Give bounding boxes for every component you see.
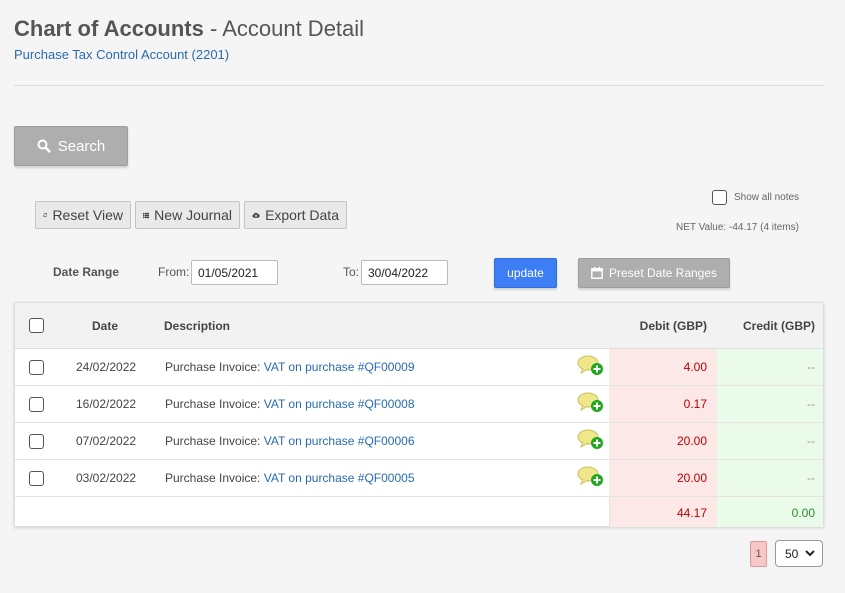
header-description: Description xyxy=(164,319,231,333)
header-credit: Credit (GBP) xyxy=(743,319,815,333)
row-checkbox[interactable] xyxy=(29,360,44,375)
select-all-checkbox[interactable] xyxy=(29,318,44,333)
total-debit: 44.17 xyxy=(676,506,707,520)
update-button[interactable]: update xyxy=(494,258,557,288)
from-date-input[interactable] xyxy=(191,260,278,285)
page-size-value: 50 xyxy=(785,546,799,561)
invoice-link[interactable]: VAT on purchase #QF00008 xyxy=(264,397,415,411)
row-description: Purchase Invoice: VAT on purchase #QF000… xyxy=(165,360,415,374)
invoice-link[interactable]: VAT on purchase #QF00006 xyxy=(264,434,415,448)
account-link[interactable]: Purchase Tax Control Account (2201) xyxy=(14,47,229,62)
new-journal-button[interactable]: New Journal xyxy=(135,201,240,229)
preset-date-ranges-button[interactable]: Preset Date Ranges xyxy=(578,258,730,288)
row-date: 03/02/2022 xyxy=(76,471,137,485)
to-date-input[interactable] xyxy=(361,260,448,285)
page-title-sub: Account Detail xyxy=(222,16,365,41)
row-description: Purchase Invoice: VAT on purchase #QF000… xyxy=(165,434,415,448)
search-button[interactable]: Search xyxy=(14,126,128,166)
row-credit: -- xyxy=(807,397,815,411)
from-label: From: xyxy=(158,265,190,279)
row-date: 07/02/2022 xyxy=(76,434,137,448)
pagination-current-page[interactable]: 1 xyxy=(750,541,767,567)
table-header: Date Description Debit (GBP) Credit (GBP… xyxy=(15,303,823,349)
add-note-icon[interactable] xyxy=(577,354,605,378)
show-all-notes-label: Show all notes xyxy=(734,192,800,203)
date-range-label: Date Range xyxy=(53,265,120,279)
header-debit: Debit (GBP) xyxy=(639,319,707,333)
row-credit: -- xyxy=(807,434,815,448)
row-credit: -- xyxy=(807,471,815,485)
page-size-select[interactable]: 50 xyxy=(775,540,823,567)
reset-view-label: Reset View xyxy=(52,207,123,223)
page-title-separator: - xyxy=(203,16,223,41)
refresh-icon xyxy=(43,213,48,217)
row-checkbox[interactable] xyxy=(29,434,44,449)
row-debit: 20.00 xyxy=(676,434,707,448)
export-data-label: Export Data xyxy=(265,207,339,223)
row-debit: 4.00 xyxy=(683,360,707,374)
row-credit: -- xyxy=(807,360,815,374)
chevron-down-icon xyxy=(805,550,816,557)
invoice-link[interactable]: VAT on purchase #QF00005 xyxy=(264,471,415,485)
net-value: NET Value: -44.17 (4 items) xyxy=(676,222,800,233)
row-debit: 0.17 xyxy=(683,397,707,411)
show-all-notes-checkbox[interactable] xyxy=(712,190,727,205)
table-row: 03/02/2022 Purchase Invoice: VAT on purc… xyxy=(15,460,823,497)
header-divider xyxy=(14,85,824,86)
totals-row: 44.17 0.00 xyxy=(15,497,823,527)
row-debit: 20.00 xyxy=(676,471,707,485)
row-checkbox[interactable] xyxy=(29,471,44,486)
list-icon xyxy=(143,212,150,218)
add-note-icon[interactable] xyxy=(577,391,605,415)
cloud-download-icon xyxy=(252,212,260,218)
table-row: 24/02/2022 Purchase Invoice: VAT on purc… xyxy=(15,349,823,386)
row-description: Purchase Invoice: VAT on purchase #QF000… xyxy=(165,471,415,485)
row-checkbox[interactable] xyxy=(29,397,44,412)
page-title: Chart of Accounts - Account Detail xyxy=(14,16,364,42)
row-description: Purchase Invoice: VAT on purchase #QF000… xyxy=(165,397,415,411)
header-date: Date xyxy=(92,319,119,333)
preset-date-ranges-label: Preset Date Ranges xyxy=(608,266,718,280)
calendar-icon xyxy=(591,267,603,279)
add-note-icon[interactable] xyxy=(577,465,605,489)
table-row: 16/02/2022 Purchase Invoice: VAT on purc… xyxy=(15,386,823,423)
new-journal-label: New Journal xyxy=(154,207,232,223)
search-button-label: Search xyxy=(57,137,106,155)
row-date: 24/02/2022 xyxy=(76,360,137,374)
reset-view-button[interactable]: Reset View xyxy=(35,201,131,229)
export-data-button[interactable]: Export Data xyxy=(244,201,347,229)
show-all-notes-toggle[interactable]: Show all notes xyxy=(712,190,799,205)
table-row: 07/02/2022 Purchase Invoice: VAT on purc… xyxy=(15,423,823,460)
to-label: To: xyxy=(343,265,360,279)
transactions-table: Date Description Debit (GBP) Credit (GBP… xyxy=(14,302,824,527)
add-note-icon[interactable] xyxy=(577,428,605,452)
page-title-main: Chart of Accounts xyxy=(14,16,204,41)
row-date: 16/02/2022 xyxy=(76,397,137,411)
search-icon xyxy=(37,139,51,153)
total-credit: 0.00 xyxy=(791,506,815,520)
invoice-link[interactable]: VAT on purchase #QF00009 xyxy=(264,360,415,374)
